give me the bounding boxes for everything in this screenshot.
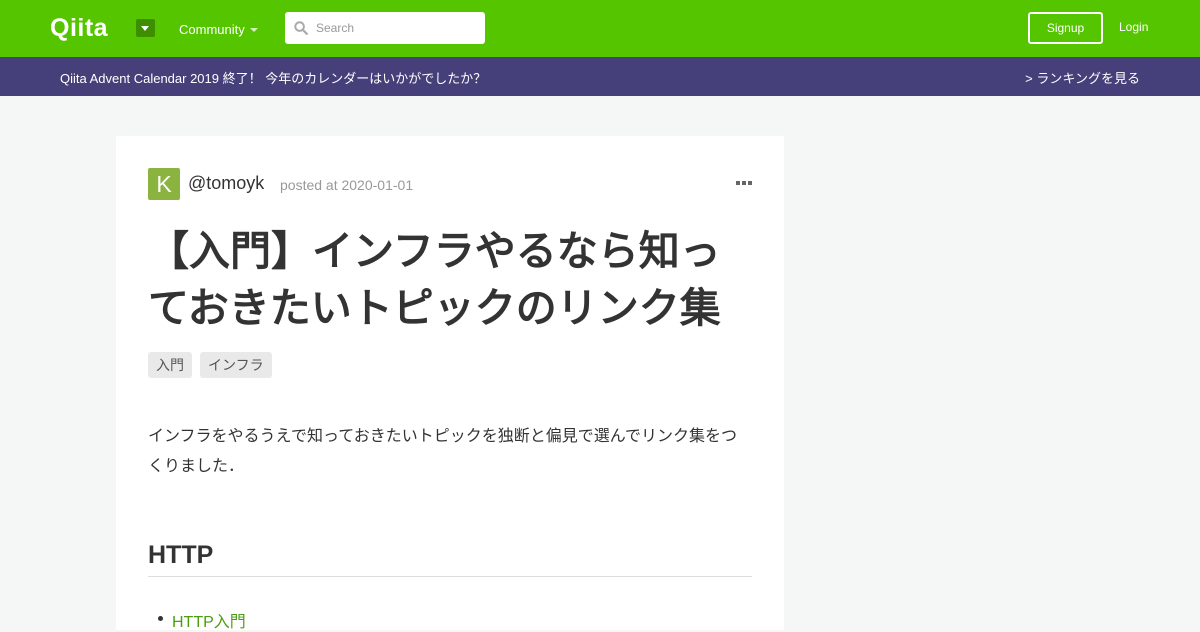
author-username[interactable]: @tomoyk — [188, 173, 264, 194]
posted-date: posted at 2020-01-01 — [280, 177, 414, 193]
search-box[interactable] — [285, 12, 485, 44]
community-caret-icon — [250, 28, 258, 32]
top-navigation-bar: Qiita Community Signup Login — [0, 0, 1200, 57]
advent-calendar-banner: Qiita Advent Calendar 2019 終了！ 今年のカレンダーは… — [0, 57, 1200, 96]
ranking-link[interactable]: > ランキングを見る — [1025, 68, 1140, 87]
tag-item[interactable]: インフラ — [200, 352, 272, 378]
link-list: HTTP入門 — [158, 608, 246, 632]
search-input[interactable] — [316, 12, 481, 44]
banner-text[interactable]: Qiita Advent Calendar 2019 終了！ 今年のカレンダーは… — [60, 68, 486, 87]
tag-list: 入門 インフラ — [148, 352, 272, 378]
community-menu[interactable]: Community — [179, 22, 245, 37]
signup-button[interactable]: Signup — [1028, 12, 1103, 44]
login-link[interactable]: Login — [1119, 20, 1148, 34]
article-card: K @tomoyk posted at 2020-01-01 【入門】インフラや… — [116, 136, 784, 632]
tag-item[interactable]: 入門 — [148, 352, 192, 378]
article-intro: インフラをやるうえで知っておきたいトピックを独断と偏見で選んでリンク集をつくりま… — [148, 428, 737, 475]
qiita-logo[interactable]: Qiita — [50, 14, 108, 43]
avatar[interactable]: K — [148, 168, 180, 200]
article-title: 【入門】インフラやるなら知っておきたいトピックのリンク集 — [148, 228, 721, 331]
section-heading: HTTP — [148, 541, 752, 577]
chevron-down-icon[interactable] — [136, 19, 155, 37]
search-icon — [294, 21, 308, 35]
more-options-icon[interactable] — [736, 180, 752, 186]
http-intro-link[interactable]: HTTP入門 — [172, 614, 246, 631]
list-item: HTTP入門 — [158, 608, 246, 632]
